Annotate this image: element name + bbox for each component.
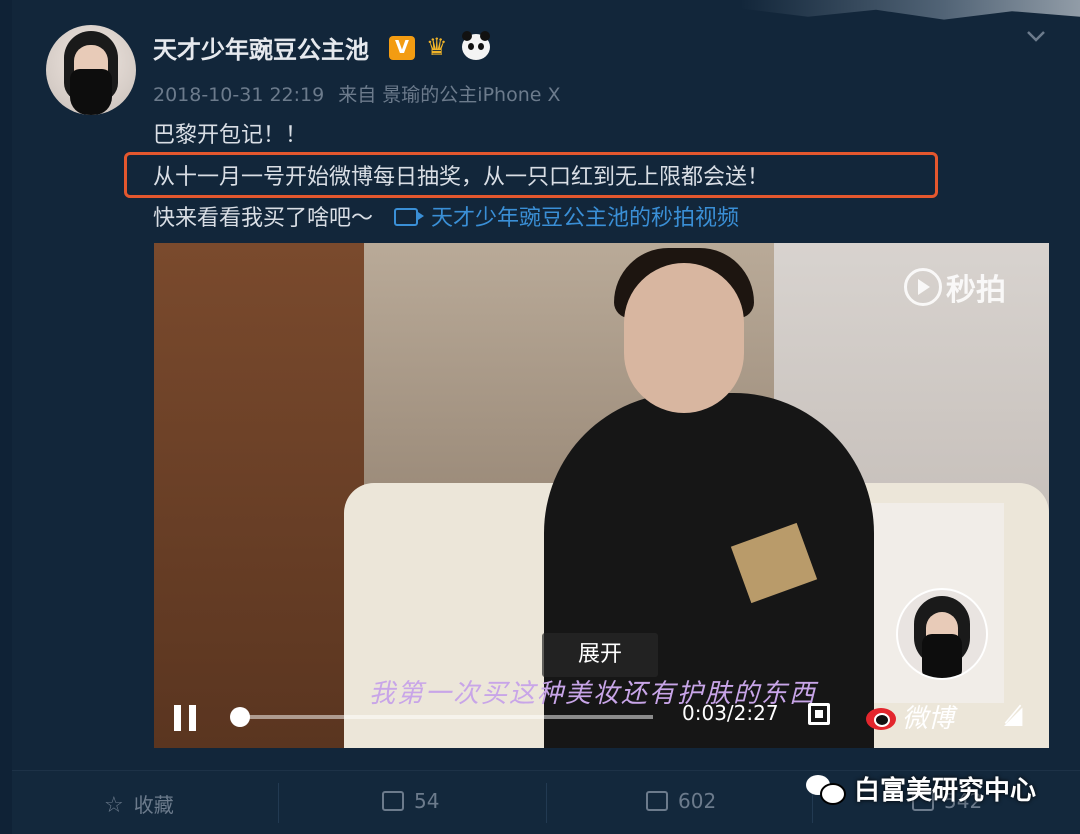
favorite-button[interactable]: ☆ 收藏 [104,789,174,818]
miaopai-watermark: 秒拍 [904,265,1006,309]
video-time: 0:03/2:27 [682,701,779,725]
expand-button[interactable]: 展开 [542,633,658,677]
post-meta: 2018-10-31 22:19 来自 景瑜的公主iPhone X [153,80,561,107]
video-avatar [896,588,988,680]
crown-icon: ♛ [426,33,448,61]
divider [278,783,279,823]
avatar[interactable] [46,25,136,115]
wechat-watermark: 白富美研究中心 [806,770,1036,807]
video-controls: 0:03/2:27 ◢̸ [154,693,1049,738]
post-text-line3: 快来看看我买了啥吧～ 天才少年豌豆公主池的秒拍视频 [153,200,739,232]
repost-count: 54 [414,789,440,813]
post-text-line2: 从十一月一号开始微博每日抽奖，从一只口红到无上限都会送！ [153,165,770,190]
pause-icon[interactable] [174,705,198,731]
comment-icon [646,791,668,811]
watermark-label: 白富美研究中心 [854,776,1037,806]
verified-badge: V [389,36,415,60]
star-icon: ☆ [104,793,124,818]
play-circle-icon [904,268,942,306]
fullscreen-icon[interactable] [808,703,830,725]
comment-button[interactable]: 602 [646,789,716,813]
post-source: 来自 景瑜的公主iPhone X [338,84,561,106]
progress-knob[interactable] [230,707,250,727]
post-text-line3-content: 快来看看我买了啥吧～ [153,206,374,231]
chevron-down-icon[interactable] [1026,26,1046,46]
mute-icon[interactable]: ◢̸ [1004,701,1022,729]
video-scene-head [624,263,744,413]
favorite-label: 收藏 [133,793,174,817]
post-text-line1: 巴黎开包记！！ [153,123,308,148]
video-link-label: 天才少年豌豆公主池的秒拍视频 [431,206,740,231]
video-icon [394,208,425,226]
author-name[interactable]: 天才少年豌豆公主池 [153,30,369,65]
video-player[interactable]: 秒拍 展开 我第一次买这种美妆还有护肤的东西 微博 0:03/2:27 ◢̸ [154,243,1049,748]
comment-count: 602 [678,789,717,813]
post-time[interactable]: 2018-10-31 22:19 [153,84,324,106]
video-link[interactable]: 天才少年豌豆公主池的秒拍视频 [394,206,739,231]
progress-bar[interactable] [238,715,653,719]
wechat-icon [806,773,846,805]
panda-eyes [468,43,484,50]
divider [546,783,547,823]
repost-icon [382,791,404,811]
video-scene-wall [154,243,364,748]
repost-button[interactable]: 54 [382,789,439,813]
miaopai-label: 秒拍 [946,273,1006,308]
